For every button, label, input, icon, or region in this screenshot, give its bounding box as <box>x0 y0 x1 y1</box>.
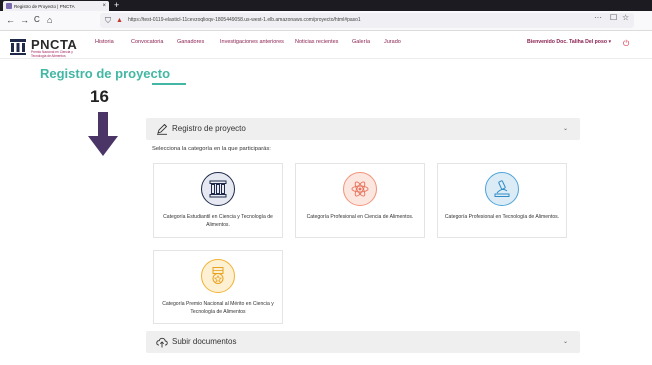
chevron-down-icon[interactable]: ⌄ <box>563 125 568 133</box>
tab-close-icon[interactable]: × <box>102 3 106 9</box>
logo-subtitle: Premio Nacional en Ciencia y Tecnología … <box>31 50 73 58</box>
tab-title: Registro de Proyecto | PNCTA <box>14 3 75 9</box>
browser-tab[interactable]: Registro de Proyecto | PNCTA × <box>3 1 109 11</box>
user-menu[interactable]: Bienvenido Doc. Taliha Del poso ▾ <box>527 39 611 46</box>
back-button[interactable]: ← <box>6 14 15 26</box>
lock-warning-icon[interactable]: ▲ <box>116 16 123 25</box>
bookmark-star-icon[interactable]: ☆ <box>622 13 629 23</box>
category-card-premio[interactable]: Categoría Premio Nacional al Mérito en C… <box>153 250 283 324</box>
step-number: 16 <box>90 87 109 106</box>
menu-ganadores[interactable]: Ganadores <box>177 39 204 46</box>
microscope-icon <box>485 172 519 206</box>
menu-investigaciones[interactable]: Investigaciones anteriores <box>220 39 284 46</box>
menu-jurado[interactable]: Jurado <box>384 39 401 46</box>
url-bar[interactable]: ⛉ ▲ https://test-0119-elasticl-11cevzoql… <box>100 13 634 28</box>
accordion-registro-label: Registro de proyecto <box>172 124 246 133</box>
page-title: Registro de proyecto <box>40 66 171 81</box>
pocket-icon[interactable]: ☐ <box>610 13 617 23</box>
columns-icon <box>201 172 235 206</box>
url-text[interactable]: https://test-0119-elasticl-11cevzoqlioqv… <box>128 16 361 25</box>
accordion-subir-label: Subir documentos <box>172 337 237 346</box>
favicon-icon <box>6 3 12 9</box>
logout-icon[interactable]: ⏻ <box>623 39 629 48</box>
menu-convocatoria[interactable]: Convocatoria <box>131 39 163 46</box>
menu-galeria[interactable]: Galería <box>352 39 370 46</box>
atom-icon <box>343 172 377 206</box>
cloud-upload-icon <box>156 337 168 348</box>
category-label: Categoría Estudiantil en Ciencia y Tecno… <box>163 214 273 228</box>
category-label: Categoría Premio Nacional al Mérito en C… <box>162 301 274 315</box>
menu-noticias[interactable]: Noticias recientes <box>295 39 338 46</box>
accordion-subir-documentos[interactable]: Subir documentos ⌄ <box>146 331 580 353</box>
category-label: Categoría Profesional en Tecnología de A… <box>444 214 560 220</box>
category-label: Categoría Profesional en Ciencia de Alim… <box>306 214 414 220</box>
chevron-down-icon[interactable]: ⌄ <box>563 338 568 346</box>
browser-tab-bar: Registro de Proyecto | PNCTA × + <box>0 0 652 11</box>
accordion-registro[interactable]: Registro de proyecto ⌄ <box>146 118 580 140</box>
category-card-prof-tecnologia[interactable]: Categoría Profesional en Tecnología de A… <box>437 163 567 238</box>
reload-button[interactable]: C <box>34 14 40 26</box>
title-underline <box>152 83 186 85</box>
medal-icon <box>201 259 235 293</box>
pencil-icon <box>157 123 168 135</box>
instructions-text: Selecciona la categoría en la que partic… <box>152 146 271 152</box>
forward-button[interactable]: → <box>20 14 29 26</box>
logo-icon <box>9 38 27 56</box>
site-header: PNCTA Premio Nacional en Ciencia y Tecno… <box>0 31 652 59</box>
more-actions-button[interactable]: ··· <box>594 13 602 23</box>
arrow-down-icon <box>88 112 118 156</box>
menu-historia[interactable]: Historia <box>95 39 114 46</box>
browser-nav-bar: ← → C ⌂ ⛉ ▲ https://test-0119-elasticl-1… <box>0 11 652 31</box>
category-card-prof-ciencia[interactable]: Categoría Profesional en Ciencia de Alim… <box>295 163 425 238</box>
shield-icon: ⛉ <box>105 16 111 25</box>
home-button[interactable]: ⌂ <box>47 14 52 26</box>
new-tab-button[interactable]: + <box>114 0 119 10</box>
category-card-estudiantil[interactable]: Categoría Estudiantil en Ciencia y Tecno… <box>153 163 283 238</box>
